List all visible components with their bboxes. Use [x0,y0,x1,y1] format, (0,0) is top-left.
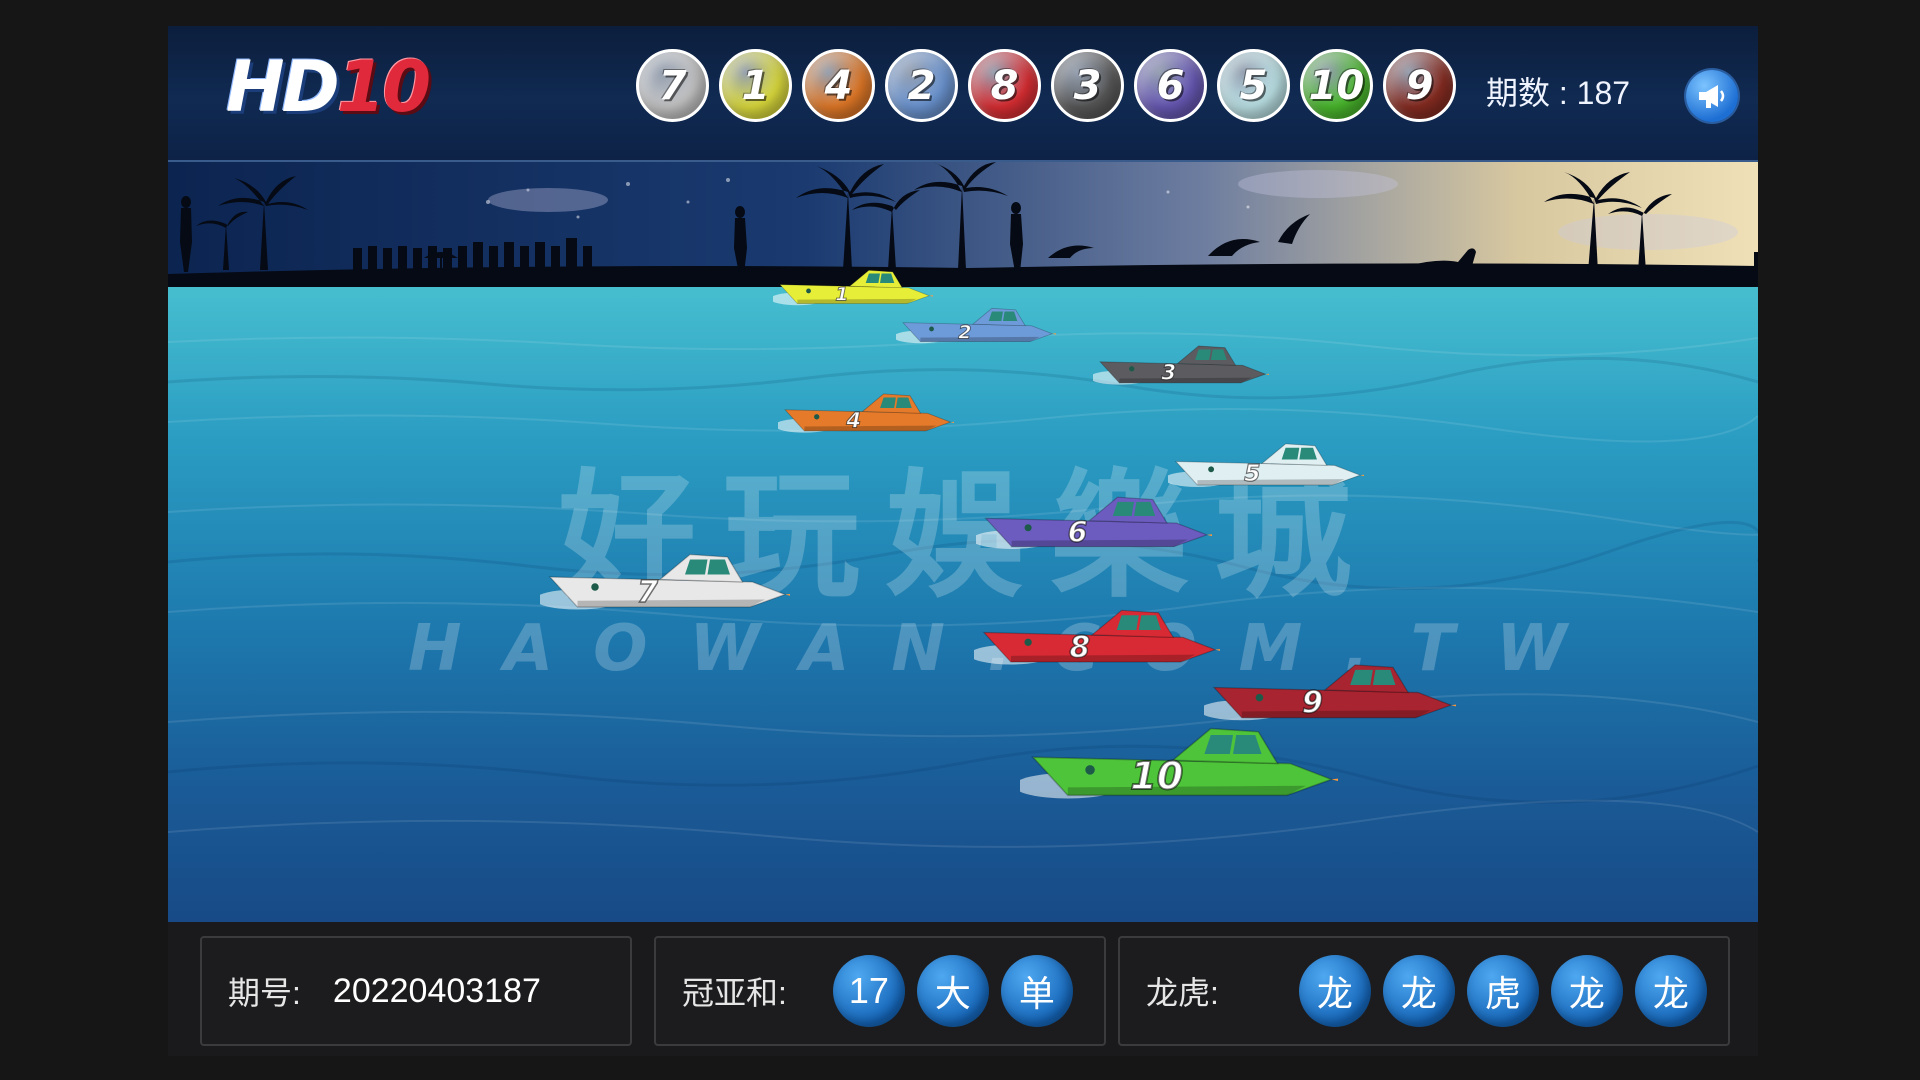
dragon-tiger-chip: 龙 [1634,955,1707,1027]
megaphone-icon [1699,85,1725,108]
boat-number: 7 [637,575,658,610]
boat-number: 4 [845,407,861,432]
beach-silhouette [168,162,1758,287]
header-bar: HD10 7 1 4 2 8 3 6 5 10 9 期数 : 187 [168,26,1758,162]
dragon-tiger-panel: 龙虎: 龙龙虎龙龙 [1118,936,1730,1046]
result-ball: 5 [1217,49,1290,122]
issue-number: 20220403187 [332,971,541,1010]
result-ball: 6 [1134,49,1207,122]
boat-number: 6 [1068,516,1088,549]
boat: 7 [540,553,790,611]
result-ball: 3 [1051,49,1124,122]
sum-result-chip: 17 [832,955,905,1027]
issue-label: 期号: [228,975,301,1011]
boat-number: 10 [1130,754,1183,798]
boat: 4 [778,393,954,433]
result-ball: 1 [719,49,792,122]
sum-label: 冠亚和: [682,975,787,1011]
dragon-tiger-chip: 龙 [1298,955,1371,1027]
boat: 6 [976,496,1212,550]
boat: 8 [974,609,1220,665]
boat-number: 2 [958,321,971,343]
result-ball: 9 [1383,49,1456,122]
sound-button[interactable] [1686,70,1738,122]
sum-result-chip: 单 [1000,955,1073,1027]
game-logo: HD10 [226,46,431,128]
issue-panel: 期号: 20220403187 [200,936,632,1046]
dragon-tiger-chip: 虎 [1466,955,1539,1027]
result-ball: 2 [885,49,958,122]
result-ball: 7 [636,49,709,122]
dragon-tiger-label: 龙虎: [1146,975,1219,1011]
result-balls: 7 1 4 2 8 3 6 5 10 9 [636,49,1456,129]
dragon-tiger-chips: 龙龙虎龙龙 [1287,955,1707,1027]
boat: 10 [1020,727,1338,799]
boat-number: 3 [1161,359,1176,384]
result-ball: 4 [802,49,875,122]
sum-panel: 冠亚和: 17 大单 [654,936,1106,1046]
game-frame: HD10 7 1 4 2 8 3 6 5 10 9 期数 : 187 好玩娛樂城… [168,26,1758,1056]
result-ball: 10 [1300,49,1373,122]
period-count: 期数 : 187 [1486,75,1631,111]
sum-chips: 17 大单 [821,955,1073,1027]
results-footer: 期号: 20220403187 冠亚和: 17 大单 龙虎: 龙龙虎龙龙 [168,934,1758,1056]
dragon-tiger-chip: 龙 [1550,955,1623,1027]
sum-result-chip: 大 [916,955,989,1027]
race-scene: 好玩娛樂城 HAOWAN.COM.TW 12345678910 [168,162,1758,922]
boat: 2 [896,307,1056,344]
boat: 3 [1093,345,1269,385]
result-ball: 8 [968,49,1041,122]
dragon-tiger-chip: 龙 [1382,955,1455,1027]
boat-number: 8 [1070,630,1091,664]
boat-number: 1 [835,283,848,305]
boat-number: 5 [1244,459,1260,487]
